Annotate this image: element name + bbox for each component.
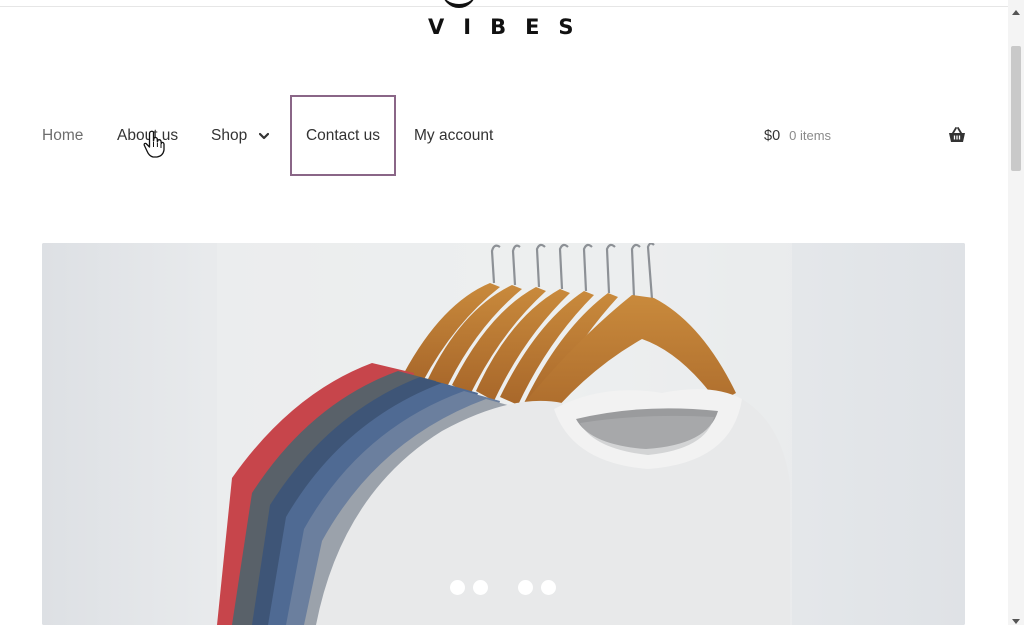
- site-logo[interactable]: VIBES: [428, 14, 593, 40]
- scroll-up-arrow-icon[interactable]: [1012, 10, 1020, 15]
- header-cart[interactable]: $0 0 items: [764, 95, 966, 176]
- hero-image: [42, 243, 965, 625]
- scroll-thumb[interactable]: [1011, 46, 1021, 171]
- chevron-down-icon[interactable]: [259, 131, 270, 141]
- scroll-down-arrow-icon[interactable]: [1012, 619, 1020, 624]
- nav-about-us[interactable]: About us: [117, 95, 178, 176]
- cart-amount: $0: [764, 127, 781, 144]
- slider-dot-1[interactable]: [450, 580, 465, 595]
- vertical-scrollbar[interactable]: [1008, 0, 1024, 625]
- hero-slider[interactable]: [42, 243, 965, 625]
- cart-item-count: 0 items: [789, 128, 832, 143]
- slider-dot-2[interactable]: [473, 580, 488, 595]
- nav-shop[interactable]: Shop: [211, 95, 270, 176]
- slider-dot-4[interactable]: [541, 580, 556, 595]
- nav-home[interactable]: Home: [42, 95, 83, 176]
- header-top-rule: [0, 6, 1008, 7]
- slider-dot-3[interactable]: [518, 580, 533, 595]
- nav-contact-us[interactable]: Contact us: [290, 95, 396, 176]
- nav-shop-label: Shop: [211, 126, 248, 144]
- nav-my-account[interactable]: My account: [414, 95, 493, 176]
- basket-icon[interactable]: [948, 126, 966, 144]
